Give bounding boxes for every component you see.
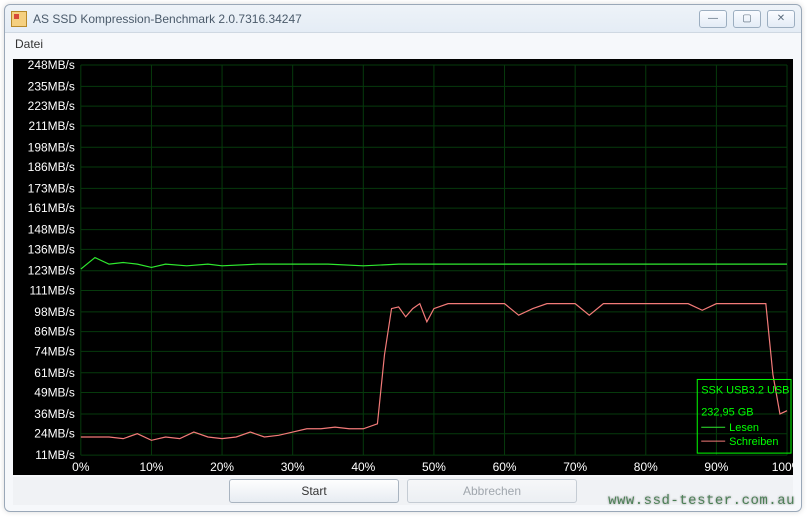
- svg-text:Schreiben: Schreiben: [729, 436, 778, 448]
- svg-text:223MB/s: 223MB/s: [28, 99, 75, 113]
- chart-panel: 248MB/s 235MB/s 223MB/s 211MB/s 198MB/s 186MB…: [13, 59, 793, 475]
- close-button[interactable]: ✕: [767, 10, 795, 28]
- svg-text:98MB/s: 98MB/s: [34, 305, 75, 319]
- svg-text:10%: 10%: [139, 460, 163, 474]
- svg-text:60%: 60%: [493, 460, 517, 474]
- svg-text:36MB/s: 36MB/s: [34, 407, 75, 421]
- svg-text:SSK USB3.2 USB D: SSK USB3.2 USB D: [701, 384, 793, 396]
- svg-text:111MB/s: 111MB/s: [29, 283, 74, 297]
- svg-text:86MB/s: 86MB/s: [34, 325, 75, 339]
- svg-text:80%: 80%: [634, 460, 658, 474]
- svg-text:30%: 30%: [281, 460, 305, 474]
- svg-text:123MB/s: 123MB/s: [28, 264, 75, 278]
- svg-text:61MB/s: 61MB/s: [34, 366, 75, 380]
- svg-text:74MB/s: 74MB/s: [34, 344, 75, 358]
- svg-text:49MB/s: 49MB/s: [34, 386, 75, 400]
- maximize-button[interactable]: ▢: [733, 10, 761, 28]
- svg-text:70%: 70%: [563, 460, 587, 474]
- menubar: Datei: [5, 33, 801, 55]
- svg-text:24MB/s: 24MB/s: [34, 427, 75, 441]
- svg-text:136MB/s: 136MB/s: [28, 242, 75, 256]
- svg-text:198MB/s: 198MB/s: [28, 140, 75, 154]
- svg-text:20%: 20%: [210, 460, 234, 474]
- app-icon: [11, 11, 27, 27]
- svg-text:40%: 40%: [351, 460, 375, 474]
- menu-file[interactable]: Datei: [15, 37, 43, 51]
- svg-text:11MB/s: 11MB/s: [35, 448, 75, 462]
- svg-text:148MB/s: 148MB/s: [28, 223, 75, 237]
- svg-text:Lesen: Lesen: [729, 422, 759, 434]
- bottom-bar: Start Abbrechen: [13, 477, 793, 505]
- titlebar: AS SSD Kompression-Benchmark 2.0.7316.34…: [5, 5, 801, 33]
- svg-text:232,95 GB: 232,95 GB: [701, 406, 753, 418]
- svg-text:161MB/s: 161MB/s: [28, 201, 75, 215]
- svg-text:248MB/s: 248MB/s: [28, 59, 75, 72]
- svg-text:211MB/s: 211MB/s: [29, 119, 75, 133]
- svg-text:50%: 50%: [422, 460, 446, 474]
- app-window: AS SSD Kompression-Benchmark 2.0.7316.34…: [4, 4, 802, 512]
- benchmark-chart: 248MB/s 235MB/s 223MB/s 211MB/s 198MB/s 186MB…: [13, 59, 793, 475]
- svg-text:186MB/s: 186MB/s: [28, 160, 75, 174]
- svg-text:100%: 100%: [772, 460, 793, 474]
- minimize-button[interactable]: —: [699, 10, 727, 28]
- svg-text:235MB/s: 235MB/s: [28, 79, 75, 93]
- svg-text:90%: 90%: [704, 460, 728, 474]
- window-title: AS SSD Kompression-Benchmark 2.0.7316.34…: [33, 12, 699, 26]
- svg-text:173MB/s: 173MB/s: [28, 181, 75, 195]
- start-button[interactable]: Start: [229, 479, 399, 503]
- abort-button: Abbrechen: [407, 479, 577, 503]
- svg-text:0%: 0%: [72, 460, 90, 474]
